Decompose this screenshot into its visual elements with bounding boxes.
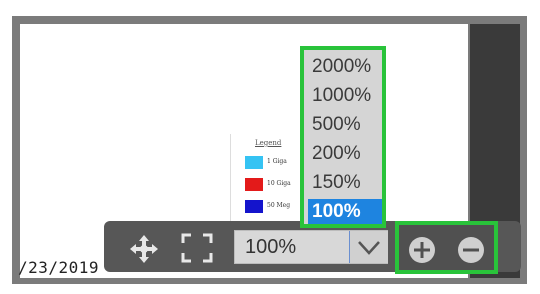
zoom-option[interactable]: 150% [308, 170, 382, 195]
legend-swatch [245, 200, 263, 213]
legend-swatch [245, 156, 263, 169]
zoom-option[interactable]: 500% [308, 112, 382, 137]
zoom-in-button[interactable] [409, 237, 435, 263]
zoom-option[interactable]: 1000% [308, 83, 382, 108]
map-legend: Legend 1 Giga 10 Giga 50 Meg [230, 134, 306, 224]
minus-circle-icon [463, 248, 479, 252]
fit-to-screen-icon[interactable] [180, 232, 214, 264]
legend-label: 50 Meg [267, 202, 291, 209]
zoom-out-button[interactable] [458, 237, 484, 263]
legend-item: 10 Giga [245, 178, 305, 192]
move-arrows-icon[interactable] [129, 234, 159, 264]
legend-title: Legend [255, 139, 282, 147]
zoom-options-list: 2000% 1000% 500% 200% 150% 100% [300, 46, 386, 228]
legend-label: 1 Giga [267, 158, 287, 165]
zoom-option-selected[interactable]: 100% [308, 199, 382, 224]
chevron-down-icon [358, 241, 380, 255]
zoom-buttons-group [395, 221, 498, 274]
zoom-dropdown-button[interactable] [349, 231, 388, 263]
zoom-option[interactable]: 200% [308, 141, 382, 166]
plus-circle-icon [414, 242, 430, 258]
date-label: /23/2019 [18, 258, 100, 277]
legend-item: 50 Meg [245, 200, 305, 214]
zoom-level-value: 100% [245, 236, 297, 258]
legend-item: 1 Giga [245, 156, 305, 170]
zoom-option[interactable]: 2000% [308, 54, 382, 79]
legend-label: 10 Giga [267, 180, 291, 187]
zoom-level-select[interactable]: 100% [234, 230, 388, 264]
legend-swatch [245, 178, 263, 191]
